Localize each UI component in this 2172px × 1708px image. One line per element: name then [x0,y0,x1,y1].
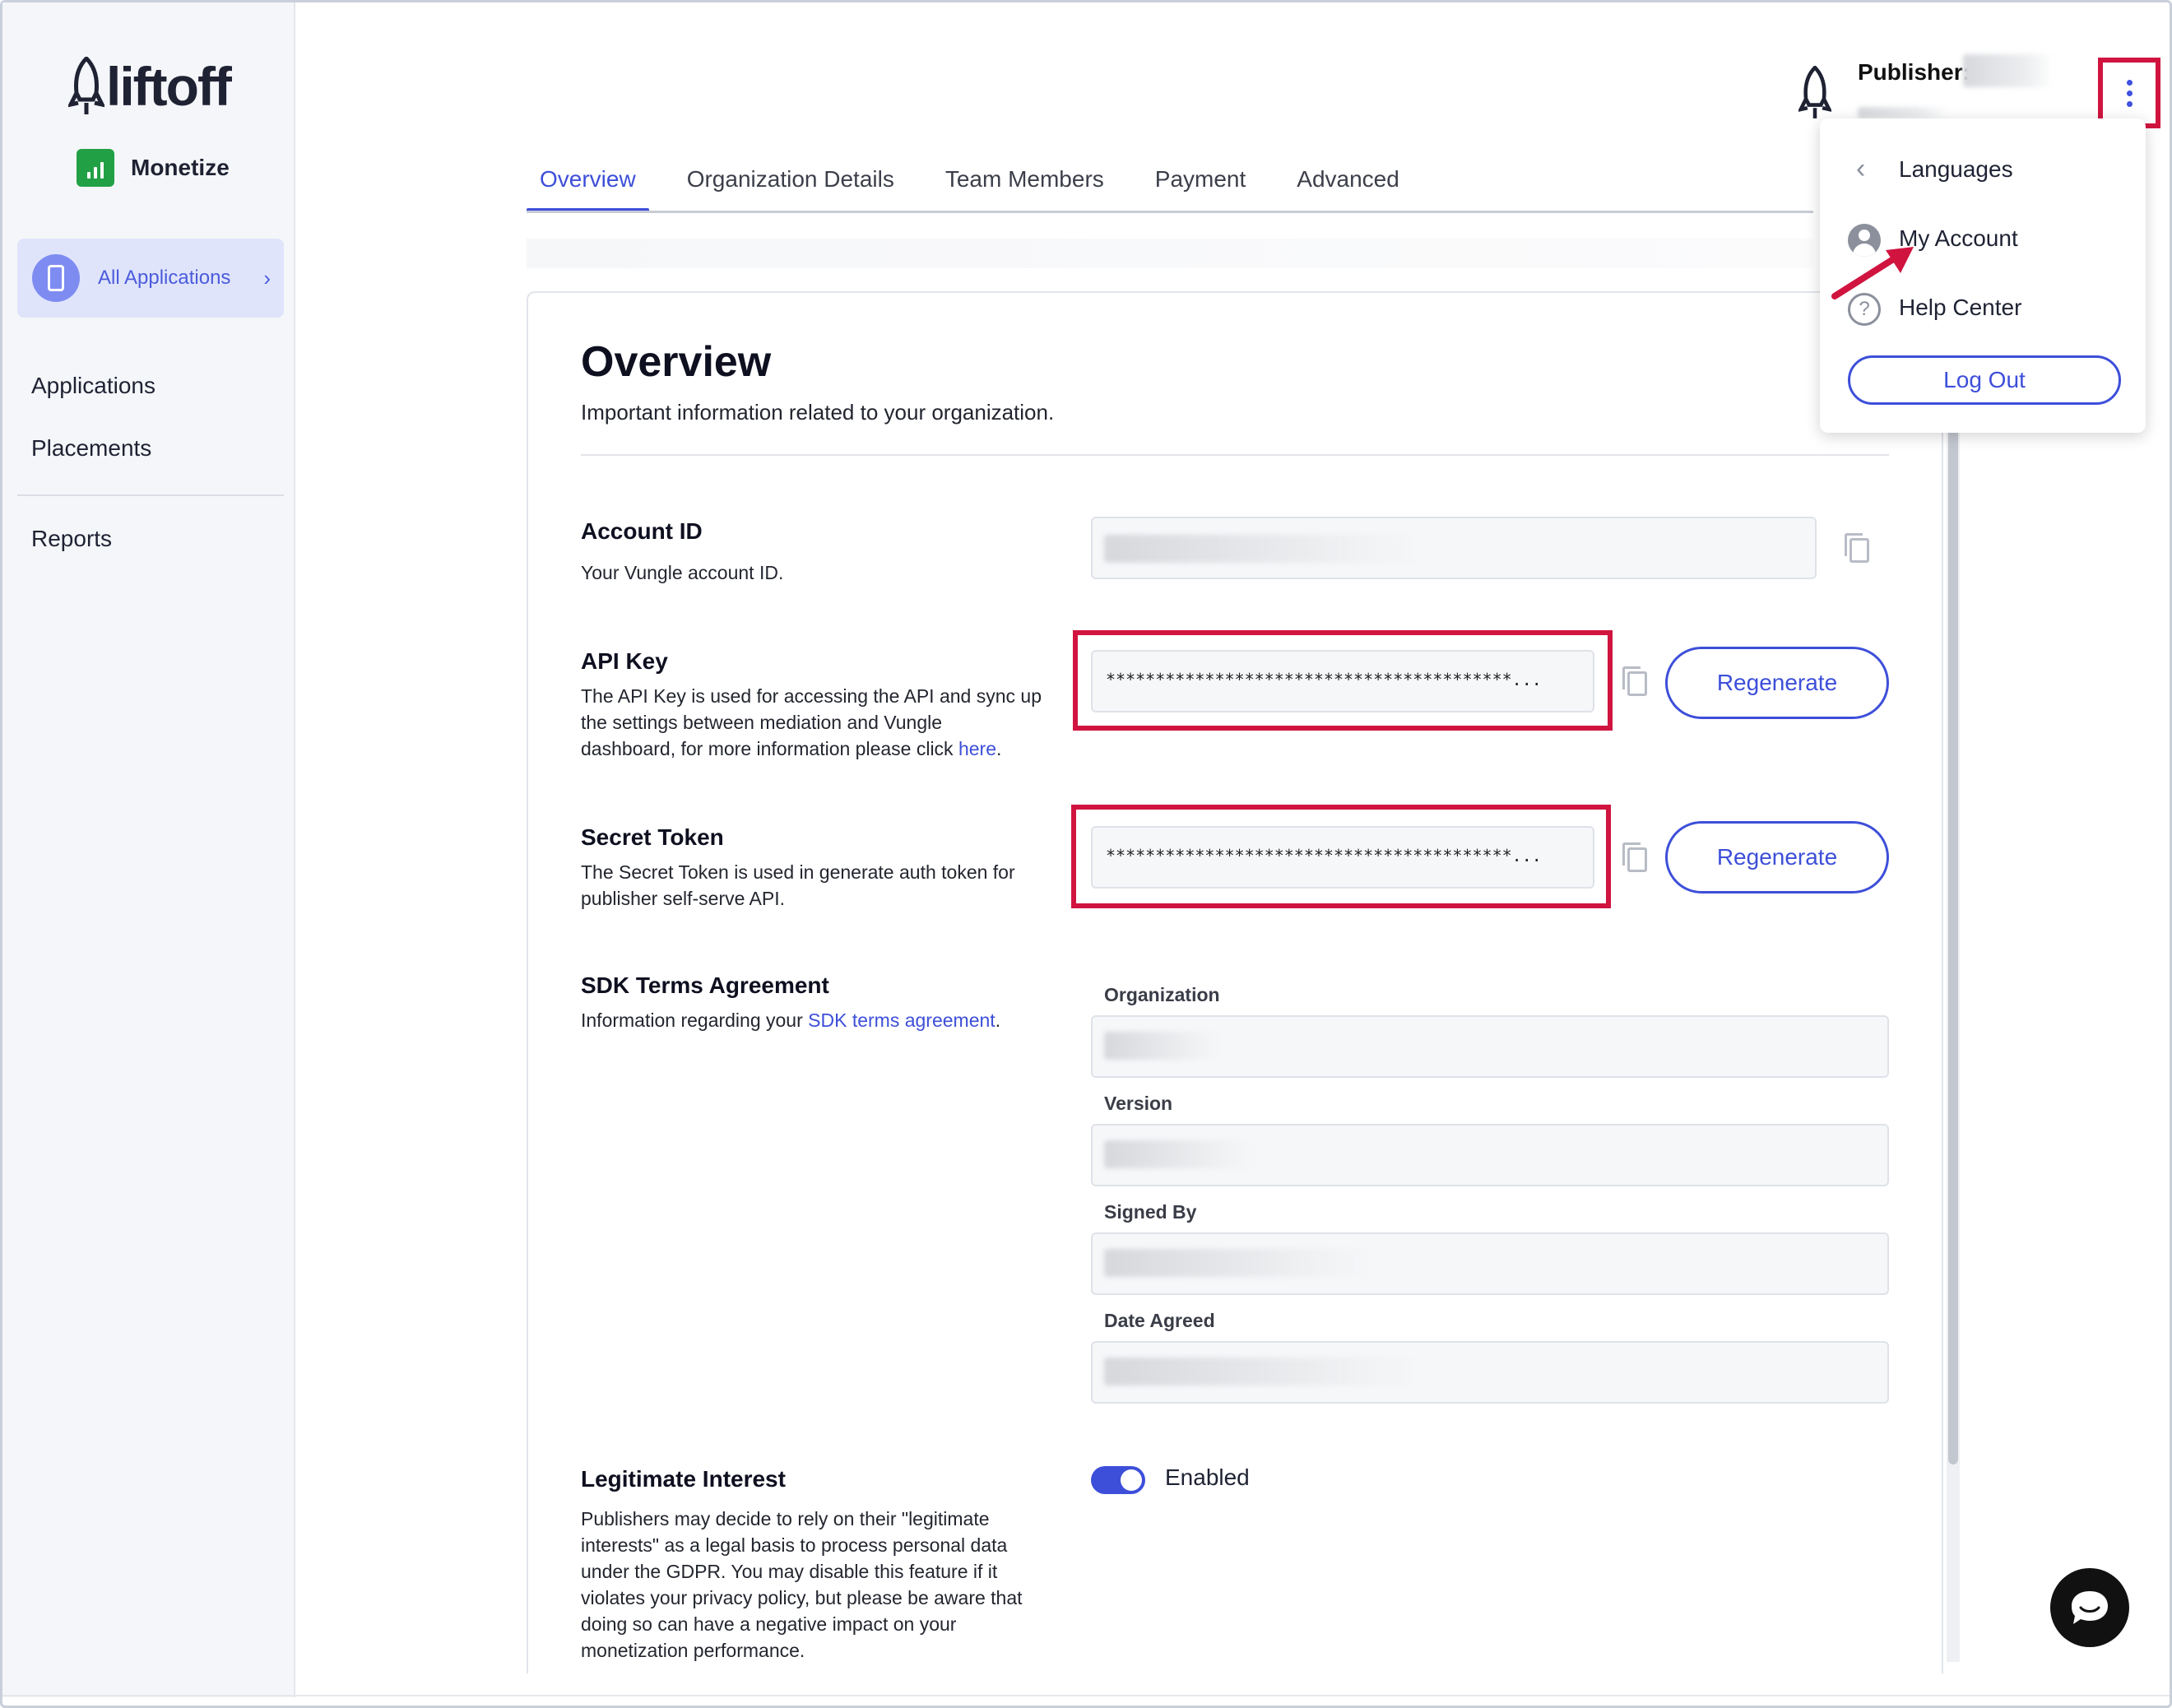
secret-token-description: The Secret Token is used in generate aut… [581,861,1015,909]
logo-text: liftoff [106,56,232,117]
tab-payment[interactable]: Payment [1142,158,1260,211]
account-id-title: Account ID [581,518,703,544]
secret-token-masked-value: ****************************************… [1106,846,1542,866]
sidebar-item-reports[interactable]: Reports [31,526,112,552]
tab-overview[interactable]: Overview [527,158,649,212]
sidebar-divider [17,494,284,496]
page-subtitle: Important information related to your or… [581,400,1055,425]
liftoff-logo[interactable]: liftoff [68,56,232,117]
sidebar-item-placements[interactable]: Placements [31,435,151,462]
logout-button[interactable]: Log Out [1848,355,2121,405]
api-key-masked-value: ****************************************… [1106,670,1542,689]
version-label: Version [1104,1093,1173,1114]
rocket-logo-icon [68,57,104,114]
secret-token-title: Secret Token [581,824,724,850]
chevron-left-icon[interactable]: ‹ [1856,153,1865,185]
bottom-edge [2,1695,2170,1696]
legitimate-interest-title: Legitimate Interest [581,1466,786,1492]
api-key-title: API Key [581,648,668,674]
api-key-description: The API Key is used for accessing the AP… [581,685,1042,759]
toggle-label: Enabled [1165,1464,1250,1490]
date-agreed-label: Date Agreed [1104,1310,1215,1331]
menu-item-languages[interactable]: Languages [1899,156,2013,183]
date-agreed-redacted [1104,1358,1417,1385]
publisher-rocket-icon [1798,66,1831,118]
sdk-terms-title: SDK Terms Agreement [581,972,829,998]
publisher-name-redacted [1963,54,2054,87]
all-applications-label: All Applications [98,267,231,289]
page-title: Overview [581,338,772,386]
product-switcher[interactable]: Monetize [77,149,230,187]
product-name: Monetize [131,155,230,180]
sidebar-item-applications[interactable]: Applications [31,373,155,399]
copy-icon[interactable] [1622,842,1647,872]
tabs-underline [527,211,1813,213]
tab-team-members[interactable]: Team Members [932,158,1117,211]
sidebar: liftoff Monetize All Applications › Appl… [2,2,295,1697]
tab-organization-details[interactable]: Organization Details [674,158,907,211]
organization-label: Organization [1104,984,1220,1005]
tab-bar: Overview Organization Details Team Membe… [527,158,1437,212]
copy-icon[interactable] [1622,666,1647,696]
signed-by-label: Signed By [1104,1201,1197,1223]
kebab-menu-icon [2126,79,2133,107]
publisher-id-redacted [1858,107,1948,118]
account-id-redacted [1104,535,1417,563]
section-divider [581,454,1889,456]
phone-icon [32,254,80,302]
sdk-terms-description: Information regarding your SDK terms agr… [581,1009,1001,1031]
chevron-right-icon: › [263,265,271,290]
api-docs-link[interactable]: here [958,738,996,759]
signed-by-redacted [1104,1249,1367,1277]
organization-redacted [1104,1032,1219,1060]
chat-button[interactable] [2050,1568,2129,1647]
all-applications-button[interactable]: All Applications › [17,239,284,318]
version-redacted [1104,1140,1252,1168]
tab-advanced[interactable]: Advanced [1283,158,1413,211]
regenerate-api-key-button[interactable]: Regenerate [1665,647,1889,719]
annotation-arrow-icon [1831,247,1914,299]
account-id-description: Your Vungle account ID. [581,562,784,583]
legitimate-interest-description: Publishers may decide to rely on their "… [581,1508,1023,1661]
regenerate-secret-token-button[interactable]: Regenerate [1665,821,1889,893]
notice-band [527,239,1813,268]
chat-icon [2072,1591,2108,1624]
scrollbar-thumb[interactable] [1948,428,1958,1464]
publisher-label: Publisher: [1858,59,1970,85]
copy-icon[interactable] [1845,533,1869,563]
bar-chart-icon [77,149,114,187]
legitimate-interest-toggle[interactable] [1091,1466,1145,1494]
sdk-terms-link[interactable]: SDK terms agreement [808,1009,996,1031]
